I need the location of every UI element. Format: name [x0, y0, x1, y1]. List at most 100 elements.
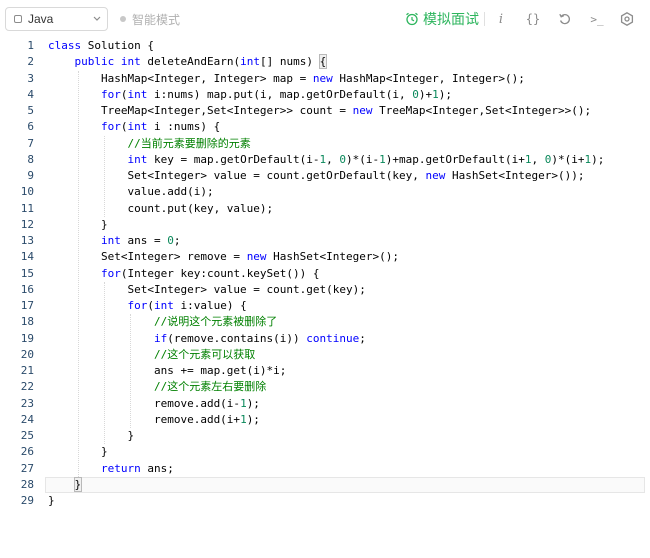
smart-mode-label: 智能模式 [132, 12, 181, 27]
number-token: 1 [432, 87, 439, 101]
code-line[interactable]: 8 int key = map.getOrDefault(i-1, 0)*(i-… [0, 152, 650, 168]
line-number: 11 [20, 201, 34, 215]
code-token: ans; [140, 461, 174, 475]
code-text: ans += map.get(i)*i; [48, 363, 286, 379]
code-text: value.add(i); [48, 184, 213, 200]
console-icon-glyph: >_ [590, 12, 604, 26]
code-token: )+map.getOrDefault(i+ [385, 152, 525, 166]
code-token: } [48, 217, 108, 231]
code-token: HashSet<Integer>(); [266, 250, 400, 264]
code-line[interactable]: 21 ans += map.get(i)*i; [0, 363, 650, 379]
code-line[interactable]: 22 //这个元素左右要删除 [0, 379, 650, 395]
matched-bracket: } [73, 476, 83, 492]
keyword-token: int [100, 234, 121, 247]
code-line[interactable]: 12 } [0, 217, 650, 233]
code-text: class Solution { [48, 38, 154, 54]
console-icon[interactable]: >_ [586, 10, 608, 28]
line-number: 8 [27, 152, 34, 166]
code-line[interactable]: 9 Set<Integer> value = count.getOrDefaul… [0, 168, 650, 184]
keyword-token: return [100, 461, 141, 475]
code-line[interactable]: 26 } [0, 444, 650, 460]
code-token: )+ [418, 87, 433, 101]
code-text: Set<Integer> value = count.get(key); [48, 282, 365, 298]
code-text: for(int i:nums) map.put(i, map.getOrDefa… [48, 87, 452, 103]
code-line[interactable]: 23 remove.add(i-1); [0, 396, 650, 412]
code-line[interactable]: 3 HashMap<Integer, Integer> map = new Ha… [0, 71, 650, 87]
code-token: } [48, 445, 108, 459]
code-line[interactable]: 4 for(int i:nums) map.put(i, map.getOrDe… [0, 87, 650, 103]
mock-interview-label: 模拟面试 [423, 12, 479, 28]
code-text: } [48, 476, 83, 493]
code-line[interactable]: 14 Set<Integer> remove = new HashSet<Int… [0, 249, 650, 265]
code-text: //当前元素要删除的元素 [48, 136, 250, 152]
line-number: 16 [20, 282, 34, 296]
line-number: 21 [20, 364, 34, 377]
code-line[interactable]: 27 return ans; [0, 461, 650, 477]
code-line[interactable]: 24 remove.add(i+1); [0, 412, 650, 428]
code-token: key = map.getOrDefault(i- [147, 152, 320, 166]
code-line[interactable]: 28 } [0, 476, 650, 493]
code-line[interactable]: 6 for(int i :nums) { [0, 119, 650, 135]
line-number: 9 [27, 169, 34, 182]
reset-icon[interactable] [556, 10, 574, 28]
code-line[interactable]: 19 if(remove.contains(i)) continue; [0, 331, 650, 347]
code-line[interactable]: 18 //说明这个元素被删除了 [0, 314, 650, 330]
line-number: 3 [27, 71, 34, 85]
code-text: for(int i :nums) { [48, 119, 220, 135]
code-line[interactable]: 13 int ans = 0; [0, 233, 650, 249]
gear-icon[interactable] [618, 10, 636, 28]
code-token: HashMap<Integer, Integer>(); [332, 71, 525, 85]
editor-toolbar: Java 智能模式 模拟面试 i {} >_ [0, 0, 650, 36]
code-token: )*(i+ [551, 152, 585, 166]
braces-icon[interactable]: {} [522, 10, 544, 28]
code-line[interactable]: 10 value.add(i); [0, 184, 650, 200]
code-line[interactable]: 15 for(Integer key:count.keySet()) { [0, 266, 650, 282]
code-line[interactable]: 1 class Solution { [0, 38, 650, 54]
code-line[interactable]: 5 TreeMap<Integer,Set<Integer>> count = … [0, 103, 650, 119]
code-line[interactable]: 7 //当前元素要删除的元素 [0, 136, 650, 152]
code-line[interactable]: 20 //这个元素可以获取 [0, 347, 650, 363]
language-select[interactable]: Java [5, 7, 108, 31]
code-line[interactable]: 16 Set<Integer> value = count.get(key); [0, 282, 650, 298]
line-number: 4 [27, 87, 34, 101]
keyword-token: int [240, 55, 260, 69]
smart-mode-toggle[interactable]: 智能模式 [120, 11, 180, 27]
code-token: , [326, 152, 340, 166]
code-token: } [48, 494, 55, 507]
code-line[interactable]: 25 } [0, 428, 650, 444]
code-line[interactable]: 29} [0, 493, 650, 509]
code-line[interactable]: 2 public int deleteAndEarn(int[] nums) { [0, 54, 650, 70]
braces-icon-glyph: {} [525, 12, 541, 26]
code-text: TreeMap<Integer,Set<Integer>> count = ne… [48, 103, 591, 119]
chevron-down-icon [93, 16, 101, 21]
code-editor[interactable]: 1 class Solution {2 public int deleteAndE… [0, 36, 650, 558]
code-token: (remove.contains(i)) [167, 331, 307, 345]
line-number: 26 [20, 445, 34, 459]
number-token: 1 [524, 152, 532, 166]
code-text: } [48, 444, 108, 460]
code-line[interactable]: 11 count.put(key, value); [0, 201, 650, 217]
number-token: 1 [240, 396, 247, 410]
keyword-token: new [312, 71, 333, 85]
keyword-token: for [100, 266, 121, 280]
mock-interview-button[interactable]: 模拟面试 [405, 9, 479, 29]
info-icon[interactable]: i [492, 10, 510, 28]
code-token: Set<Integer> remove = [48, 250, 247, 264]
code-token: remove.add(i- [48, 396, 241, 410]
number-token: 0 [167, 234, 174, 247]
line-number: 10 [20, 185, 34, 199]
code-line[interactable]: 17 for(int i:value) { [0, 298, 650, 314]
code-token: HashMap<Integer, Integer> map = [48, 71, 313, 85]
alarm-clock-icon [406, 12, 418, 26]
code-text: //说明这个元素被删除了 [48, 314, 277, 330]
code-token: ); [438, 87, 453, 101]
code-token: , [531, 152, 545, 166]
code-text: //这个元素左右要删除 [48, 379, 266, 395]
code-token: Set<Integer> value = count.getOrDefault(… [48, 169, 426, 182]
code-token: [] nums) [259, 55, 320, 69]
code-token: remove.add(i+ [48, 412, 241, 426]
line-number: 20 [20, 347, 34, 361]
line-number: 29 [20, 494, 34, 507]
